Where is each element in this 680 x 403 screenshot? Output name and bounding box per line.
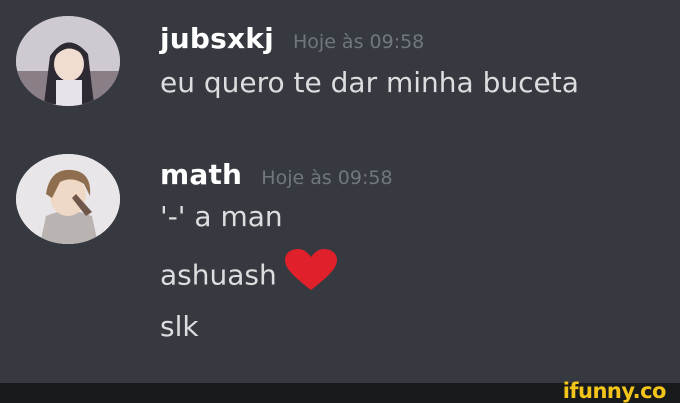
ifunny-watermark: ifunny.co <box>562 379 667 403</box>
avatar[interactable] <box>16 154 120 244</box>
message-header: math Hoje às 09:58 <box>160 158 393 191</box>
chat-window: jubsxkj Hoje às 09:58 eu quero te dar mi… <box>0 0 680 383</box>
message-text: slk <box>160 310 199 343</box>
watermark-bar: ifunny.co <box>0 379 680 403</box>
heart-emoji-icon <box>283 248 339 299</box>
message-text-content: ashuash <box>160 258 277 292</box>
username[interactable]: math <box>160 158 242 191</box>
anime-girl-avatar-icon <box>16 16 120 106</box>
timestamp: Hoje às 09:58 <box>261 167 393 189</box>
avatar[interactable] <box>16 16 120 106</box>
message-header: jubsxkj Hoje às 09:58 <box>160 22 424 55</box>
timestamp: Hoje às 09:58 <box>293 31 425 53</box>
message-text: '-' a man <box>160 200 283 233</box>
anime-boy-avatar-icon <box>16 154 120 244</box>
username[interactable]: jubsxkj <box>160 22 274 55</box>
message-text: eu quero te dar minha buceta <box>160 66 579 99</box>
message-text: ashuash <box>160 249 339 299</box>
